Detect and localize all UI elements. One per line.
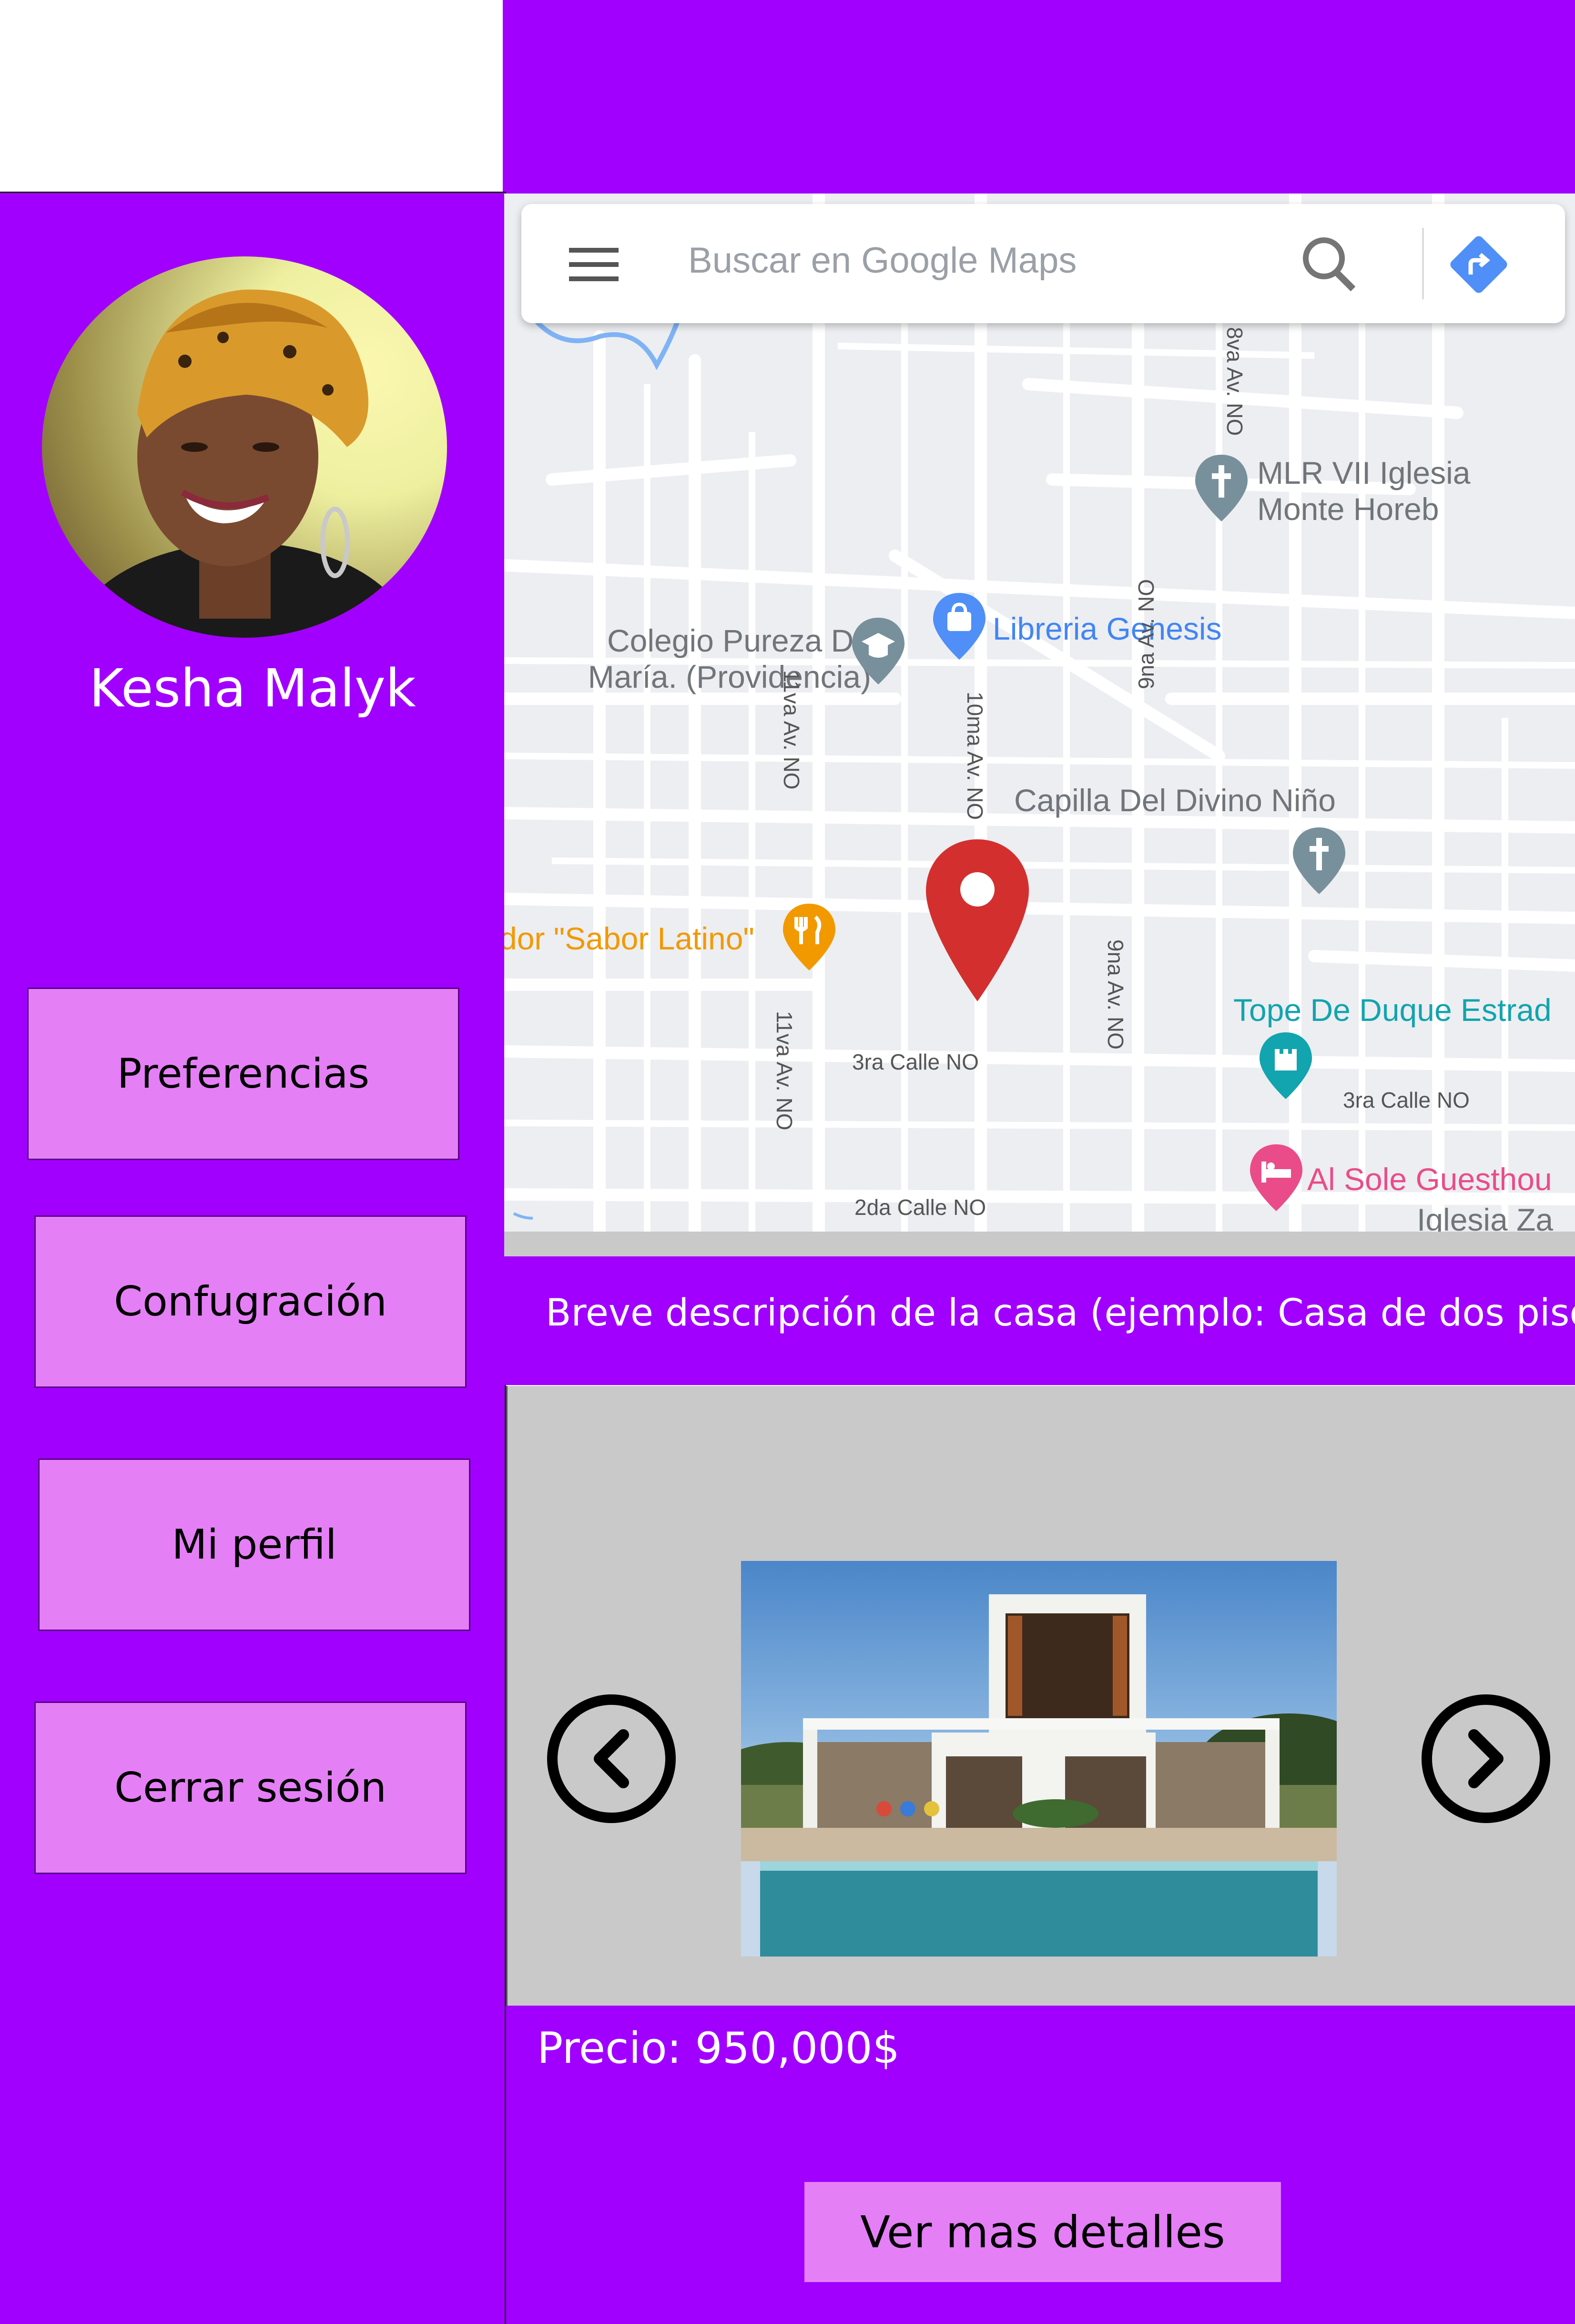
place-label-tope-de-duque[interactable]: Tope De Duque Estrad — [1233, 992, 1552, 1028]
previous-photo-button[interactable] — [547, 1694, 676, 1823]
directions-icon[interactable] — [1448, 234, 1509, 295]
location-pin-icon[interactable] — [926, 839, 1029, 1001]
street-label: 9na Av. NO — [1103, 939, 1128, 1050]
map-view[interactable]: Buscar en Google Maps MLR VII Iglesia Mo… — [504, 194, 1575, 1232]
place-iglesia-line1: MLR VII Iglesia — [1257, 455, 1471, 490]
church-pin-icon[interactable] — [1195, 455, 1248, 521]
logout-button[interactable]: Cerrar sesión — [34, 1702, 467, 1874]
house-photo — [741, 1561, 1337, 1957]
place-label-iglesia[interactable]: MLR VII Iglesia Monte Horeb — [1257, 455, 1471, 527]
place-label-colegio[interactable]: Colegio Pureza De María. (Providencia) — [523, 622, 871, 695]
street-label: 3ra Calle NO — [1343, 1088, 1470, 1112]
place-iglesia-line2: Monte Horeb — [1257, 491, 1439, 527]
search-divider — [1422, 228, 1424, 299]
preferences-button[interactable]: Preferencias — [27, 988, 459, 1160]
street-label: 2da Calle NO — [854, 1195, 986, 1220]
avatar-portrait-icon — [71, 289, 413, 638]
house-description: Breve descripción de la casa (ejemplo: C… — [546, 1292, 1575, 1335]
map-streets — [504, 194, 1575, 1232]
price-label: Precio: 950,000$ — [537, 2023, 900, 2073]
restaurant-pin-icon[interactable] — [783, 904, 835, 970]
place-colegio-line1: Colegio Pureza De — [607, 623, 871, 658]
street-label: 9na Av. NO — [1134, 579, 1158, 689]
search-icon[interactable] — [1303, 237, 1356, 292]
chevron-right-icon — [1468, 1729, 1504, 1788]
map-search-bar[interactable]: Buscar en Google Maps — [521, 204, 1565, 323]
street-label: 11va Av. NO — [772, 1011, 797, 1131]
place-label-sabor-latino[interactable]: dor "Sabor Latino" — [504, 920, 754, 957]
school-pin-icon[interactable] — [852, 618, 904, 684]
chapel-pin-icon[interactable] — [1293, 827, 1345, 894]
place-colegio-line2: María. (Providencia) — [588, 659, 871, 694]
avatar — [42, 256, 447, 638]
next-photo-button[interactable] — [1422, 1694, 1550, 1823]
hotel-pin-icon[interactable] — [1250, 1144, 1302, 1211]
place-label-libreria[interactable]: Libreria Genesis — [993, 611, 1222, 647]
view-details-button[interactable]: Ver mas detalles — [804, 2182, 1281, 2282]
shopping-pin-icon[interactable] — [933, 593, 986, 660]
street-label: 11va Av. NO — [779, 670, 804, 790]
place-label-iglesia-za[interactable]: Iglesia Za — [1417, 1202, 1553, 1232]
place-label-capilla[interactable]: Capilla Del Divino Niño — [1014, 782, 1336, 818]
street-label: 10ma Av. NO — [963, 692, 987, 820]
place-label-al-sole[interactable]: Al Sole Guesthou — [1307, 1161, 1552, 1197]
my-profile-button[interactable]: Mi perfil — [38, 1458, 470, 1631]
top-header-bar — [503, 0, 1575, 194]
map-footer-strip — [504, 1232, 1575, 1256]
street-label: 8va Av. NO — [1222, 327, 1247, 436]
settings-button[interactable]: Confugración — [34, 1215, 467, 1388]
chevron-left-icon — [594, 1729, 629, 1788]
street-label: 3ra Calle NO — [852, 1050, 979, 1074]
map-search-input[interactable]: Buscar en Google Maps — [688, 240, 1077, 281]
user-name: Kesha Malyk — [89, 658, 416, 719]
hamburger-menu-icon[interactable] — [569, 248, 619, 281]
castle-pin-icon[interactable] — [1260, 1032, 1312, 1099]
